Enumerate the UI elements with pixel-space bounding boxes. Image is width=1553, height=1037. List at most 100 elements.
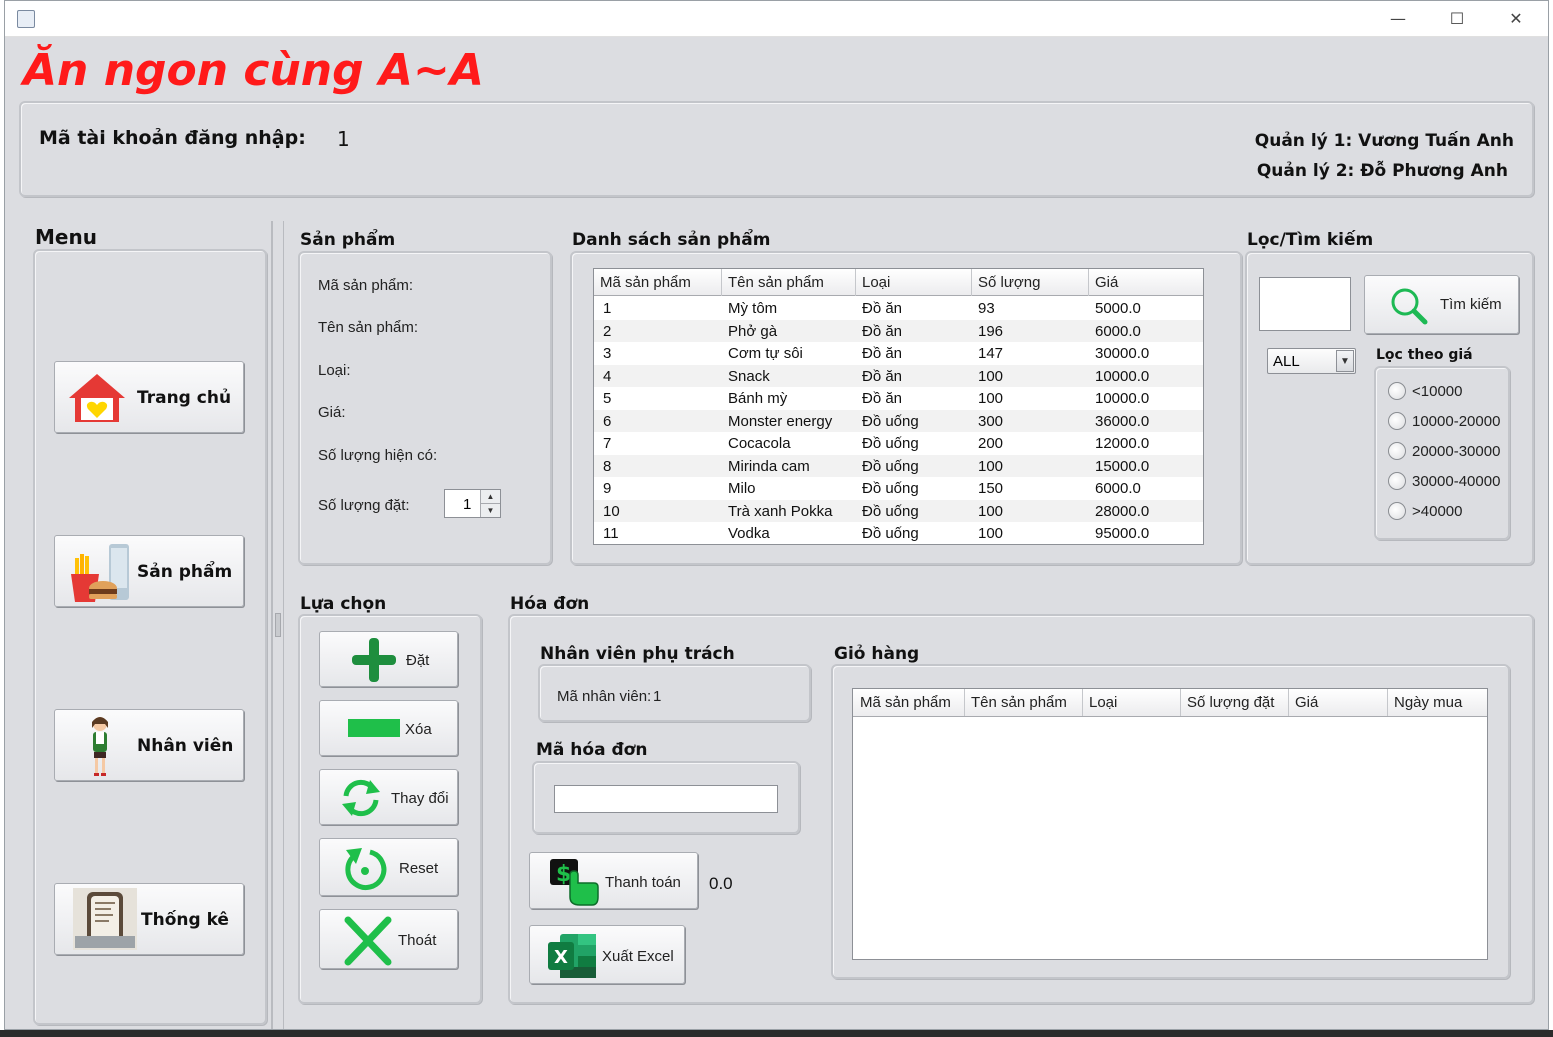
col-quantity[interactable]: Số lượng [978, 274, 1040, 291]
cell-product-name: Vodka [728, 525, 770, 542]
table-row[interactable]: 5 Bánh mỳ Đồ ăn 100 10000.0 [594, 387, 1203, 410]
table-row[interactable]: 3 Cơm tự sôi Đồ ăn 147 30000.0 [594, 342, 1203, 365]
order-qty-label: Số lượng đặt: [318, 497, 410, 514]
col-product-type[interactable]: Loại [862, 274, 890, 291]
quantity-up-button[interactable]: ▲ [480, 490, 500, 504]
cell-product-name: Phở gà [728, 322, 778, 340]
delete-button[interactable]: Xóa [319, 700, 458, 756]
product-panel: Mã sản phẩm: Tên sản phẩm: Loại: Giá: Số… [298, 251, 552, 565]
cell-quantity: 93 [978, 300, 995, 317]
price-radio-5[interactable] [1388, 502, 1406, 520]
menu-product-label: Sản phẩm [137, 562, 233, 582]
price-filter-title: Lọc theo giá [1376, 347, 1473, 363]
table-row[interactable]: 1 Mỳ tôm Đồ ăn 93 5000.0 [594, 297, 1203, 320]
invoice-id-input[interactable] [554, 785, 778, 813]
export-excel-button[interactable]: X Xuất Excel [529, 925, 685, 984]
price-option-1[interactable]: <10000 [1412, 383, 1462, 400]
staff-panel: Mã nhân viên: 1 [538, 664, 811, 722]
cell-quantity: 100 [978, 502, 1004, 520]
price-radio-3[interactable] [1388, 442, 1406, 460]
menu-product-button[interactable]: Sản phẩm [54, 535, 244, 607]
pay-button[interactable]: $ Thanh toán [529, 852, 698, 909]
order-button[interactable]: Đặt [319, 631, 458, 687]
table-row[interactable]: 9 Milo Đồ uống 150 6000.0 [594, 477, 1203, 500]
cell-product-type: Đồ uống [862, 457, 919, 475]
col-product-name[interactable]: Tên sản phẩm [728, 274, 824, 291]
cell-price: 6000.0 [1095, 322, 1141, 340]
cell-quantity: 100 [978, 390, 1004, 407]
close-button[interactable]: ✕ [1506, 9, 1526, 29]
cart-col-order-qty[interactable]: Số lượng đặt [1187, 694, 1274, 711]
cell-price: 15000.0 [1095, 457, 1150, 475]
menu-statistics-label: Thống kê [141, 910, 229, 930]
product-type-label: Loại: [318, 362, 351, 379]
price-option-2[interactable]: 10000-20000 [1412, 413, 1500, 430]
header-panel: Mã tài khoản đăng nhập: 1 Quản lý 1: Vươ… [19, 101, 1534, 197]
table-row[interactable]: 7 Cocacola Đồ uống 200 12000.0 [594, 432, 1203, 455]
invoice-id-title: Mã hóa đơn [536, 740, 648, 760]
cell-price: 95000.0 [1095, 525, 1150, 542]
quantity-stepper[interactable]: 1 ▲ ▼ [444, 489, 501, 518]
cart-table[interactable]: Mã sản phẩm Tên sản phẩm Loại Số lượng đ… [852, 688, 1488, 960]
price-option-3[interactable]: 20000-30000 [1412, 443, 1500, 460]
account-id: 1 [337, 127, 350, 151]
splitter-handle[interactable] [275, 613, 281, 637]
cell-product-type: Đồ ăn [862, 300, 903, 317]
invoice-title: Hóa đơn [510, 594, 590, 614]
cart-col-date[interactable]: Ngày mua [1394, 694, 1462, 711]
cell-product-name: Monster energy [728, 412, 833, 430]
cell-quantity: 100 [978, 525, 1004, 542]
table-row[interactable]: 4 Snack Đồ ăn 100 10000.0 [594, 364, 1203, 387]
cell-product-type: Đồ uống [862, 412, 919, 430]
price-option-4[interactable]: 30000-40000 [1412, 473, 1500, 490]
export-excel-label: Xuất Excel [602, 948, 674, 965]
cell-product-name: Snack [728, 367, 770, 385]
exit-button-label: Thoát [398, 932, 437, 949]
delete-button-label: Xóa [405, 721, 432, 738]
product-table[interactable]: Mã sản phẩm Tên sản phẩm Loại Số lượng G… [593, 268, 1204, 545]
table-row[interactable]: 10 Trà xanh Pokka Đồ uống 100 28000.0 [594, 499, 1203, 522]
cart-col-price[interactable]: Giá [1295, 694, 1318, 711]
update-button[interactable]: Thay đổi [319, 769, 458, 825]
cell-product-name: Cơm tự sôi [728, 345, 803, 362]
splitter[interactable] [271, 221, 273, 1029]
cell-price: 10000.0 [1095, 367, 1150, 385]
svg-text:X: X [554, 947, 568, 968]
cell-price: 6000.0 [1095, 480, 1141, 497]
cart-col-product-id[interactable]: Mã sản phẩm [860, 694, 951, 711]
price-option-5[interactable]: >40000 [1412, 503, 1462, 520]
category-select[interactable]: ALL ▼ [1267, 348, 1356, 374]
refresh-icon [342, 779, 380, 817]
cell-price: 36000.0 [1095, 412, 1150, 430]
maximize-button[interactable]: ☐ [1447, 9, 1467, 29]
exit-button[interactable]: Thoát [319, 909, 458, 969]
table-row[interactable]: 2 Phở gà Đồ ăn 196 6000.0 [594, 319, 1203, 342]
table-row[interactable]: 8 Mirinda cam Đồ uống 100 15000.0 [594, 454, 1203, 477]
product-name-label: Tên sản phẩm: [318, 319, 419, 336]
price-radio-1[interactable] [1388, 382, 1406, 400]
cell-product-id: 1 [603, 300, 612, 317]
menu-employee-button[interactable]: Nhân viên [54, 709, 244, 781]
app-window: — ☐ ✕ Ăn ngon cùng A~A Mã tài khoản đăng… [4, 0, 1549, 1030]
menu-statistics-button[interactable]: Thống kê [54, 883, 244, 955]
quantity-down-button[interactable]: ▼ [480, 504, 500, 517]
menu-home-button[interactable]: Trang chủ [54, 361, 244, 433]
cart-col-product-name[interactable]: Tên sản phẩm [971, 694, 1067, 711]
cart-col-type[interactable]: Loại [1089, 694, 1117, 711]
col-price[interactable]: Giá [1095, 274, 1118, 291]
cell-product-name: Mirinda cam [728, 457, 810, 475]
search-button[interactable]: Tìm kiếm [1364, 275, 1519, 334]
chevron-down-icon[interactable]: ▼ [1336, 350, 1354, 372]
col-product-id[interactable]: Mã sản phẩm [600, 274, 691, 291]
price-radio-2[interactable] [1388, 412, 1406, 430]
reset-button[interactable]: Reset [319, 838, 458, 896]
cell-price: 5000.0 [1095, 300, 1141, 317]
price-radio-4[interactable] [1388, 472, 1406, 490]
minimize-button[interactable]: — [1388, 9, 1408, 29]
brand-title: Ăn ngon cùng A~A [23, 45, 484, 96]
table-row[interactable]: 6 Monster energy Đồ uống 300 36000.0 [594, 409, 1203, 432]
product-stock-label: Số lượng hiện có: [318, 447, 438, 464]
table-row[interactable]: 11 Vodka Đồ uống 100 95000.0 [594, 522, 1203, 545]
search-input[interactable] [1259, 277, 1351, 331]
cell-product-id: 8 [603, 457, 612, 475]
